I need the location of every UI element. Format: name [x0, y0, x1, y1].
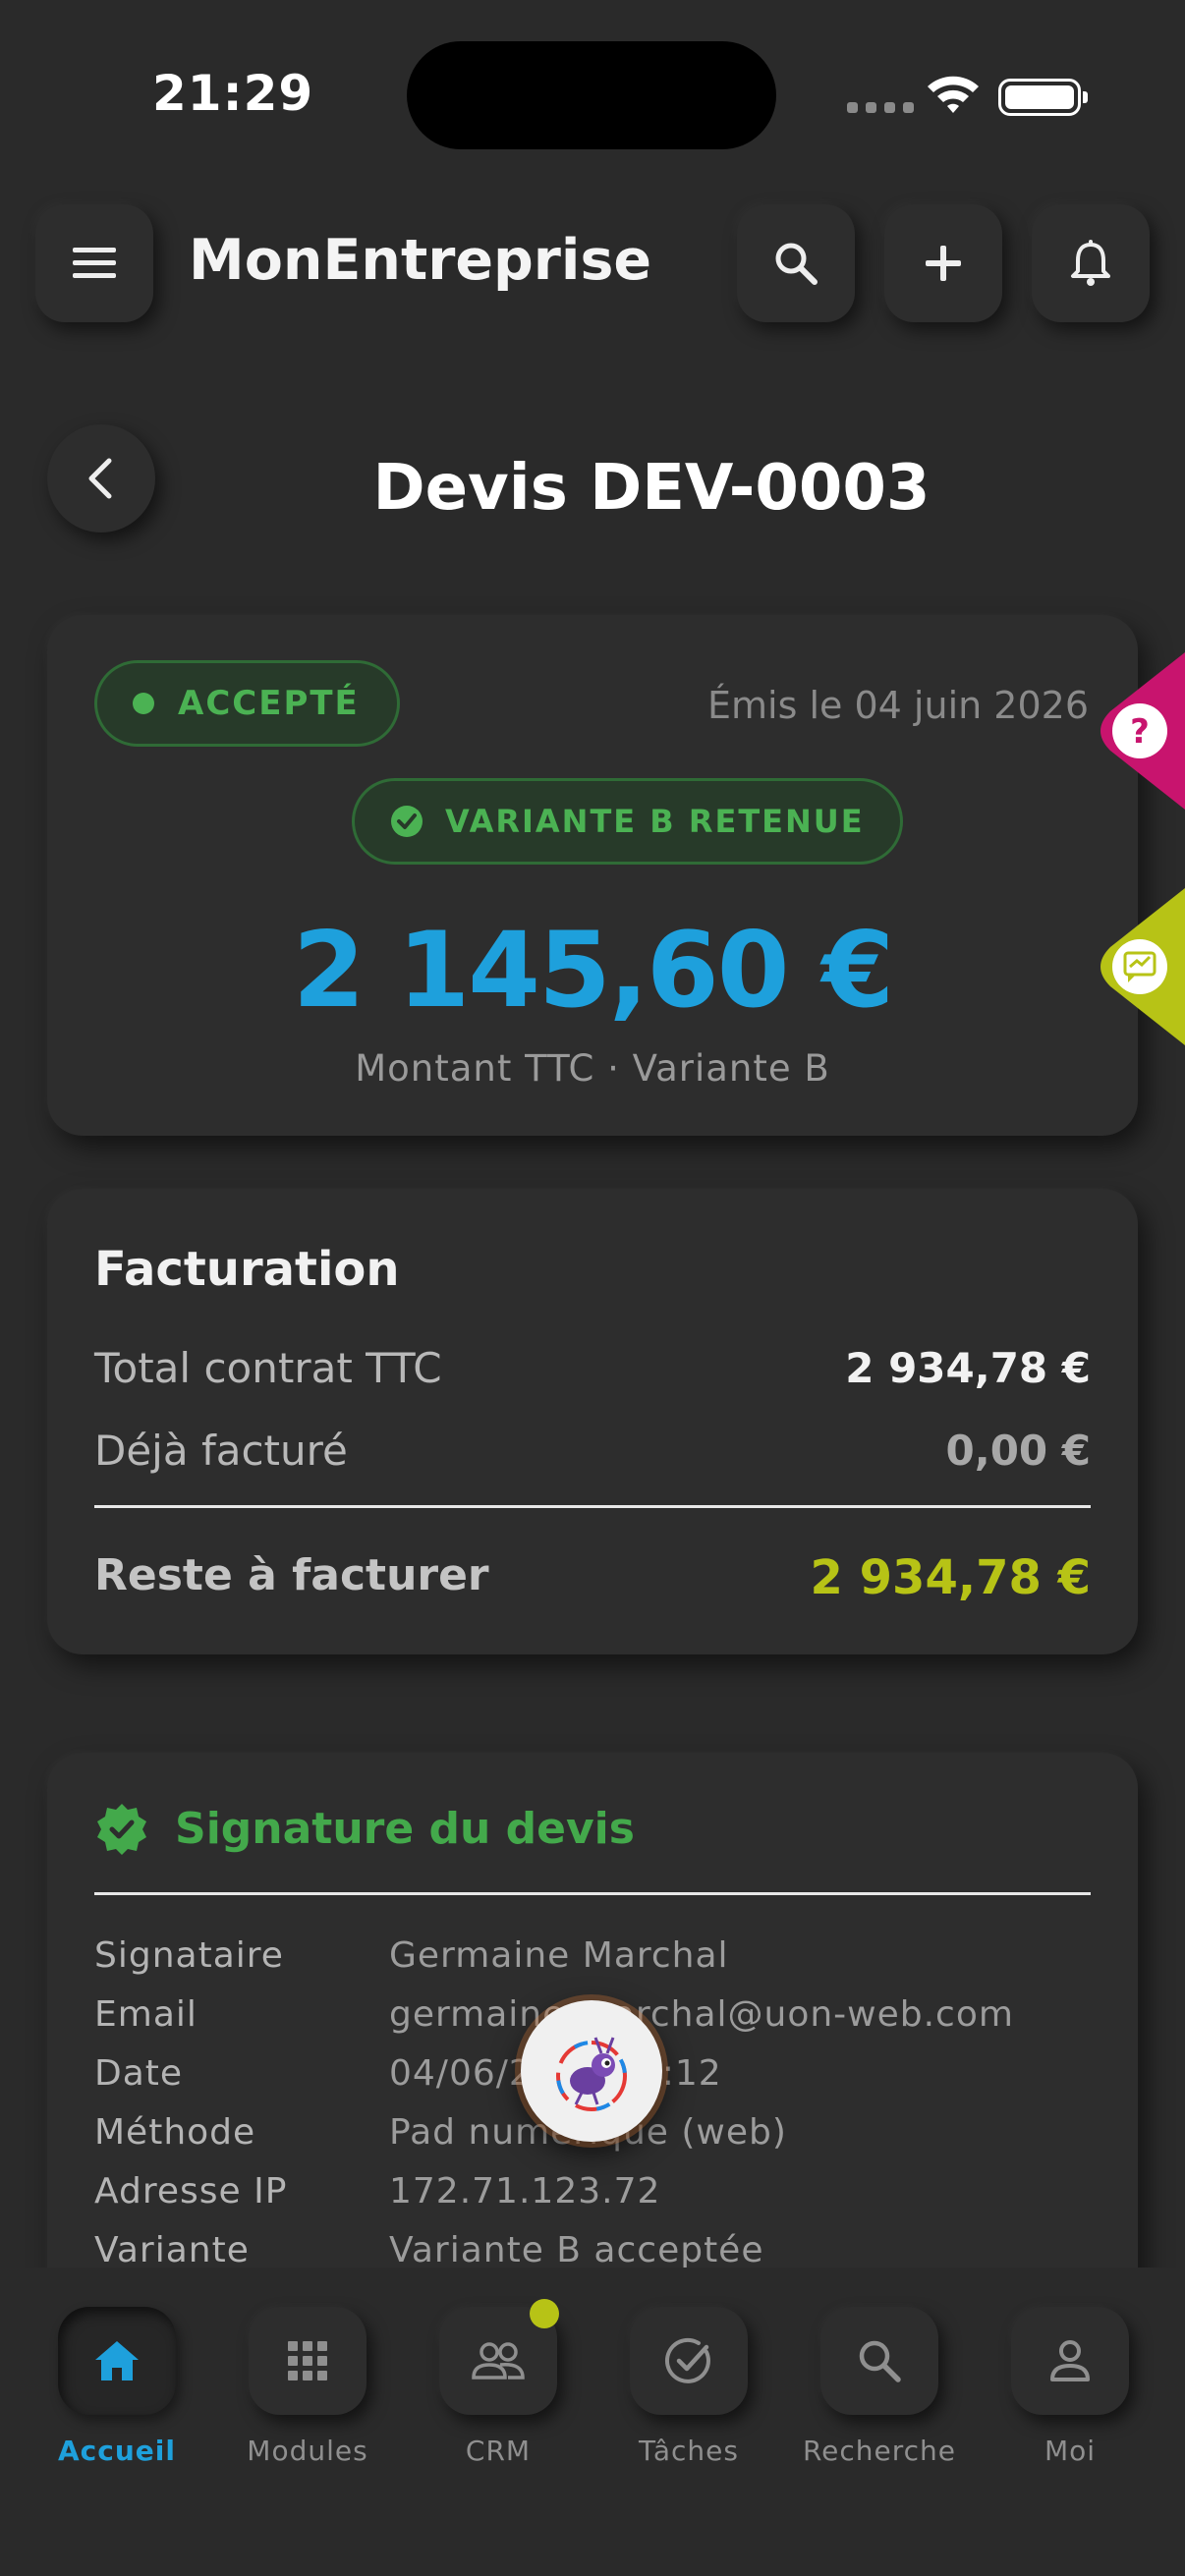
amount-caption: Montant TTC · Variante B [355, 1047, 830, 1090]
hamburger-icon [73, 248, 116, 278]
help-tab[interactable]: ? [1091, 652, 1185, 810]
nav-item-moi[interactable]: Moi [975, 2307, 1165, 2467]
signature-row: Adresse IP 172.71.123.72 [94, 2171, 660, 2212]
nav-button[interactable] [439, 2299, 559, 2415]
remaining-value: 2 934,78 € [810, 1550, 1091, 1605]
billing-row-label: Total contrat TTC [94, 1344, 442, 1392]
remaining-label: Reste à facturer [94, 1550, 489, 1600]
menu-button[interactable] [35, 204, 153, 322]
nav-button[interactable] [1011, 2307, 1129, 2415]
nav-item-modules[interactable]: Modules [212, 2307, 403, 2467]
billing-row-label: Déjà facturé [94, 1427, 348, 1475]
battery-icon [998, 79, 1088, 116]
person-icon [1050, 2340, 1090, 2381]
app-title: MonEntreprise [189, 228, 652, 293]
nav-label: Moi [1044, 2435, 1097, 2467]
signature-key: Date [94, 2053, 184, 2094]
bell-icon [1071, 240, 1110, 286]
feedback-tab[interactable] [1091, 888, 1185, 1045]
nav-label: CRM [465, 2435, 532, 2467]
bottom-nav: Accueil Modules CRM Tâches Recherche Moi [0, 2268, 1185, 2576]
signature-row: Signataire Germaine Marchal [94, 1935, 729, 1976]
nav-button[interactable] [630, 2307, 748, 2415]
grid-icon [288, 2341, 327, 2380]
check-circle-icon [391, 806, 423, 837]
ant-mascot-icon [556, 2037, 627, 2111]
signature-value: Germaine Marchal [389, 1935, 729, 1976]
signature-row: Variante Variante B acceptée [94, 2230, 763, 2270]
home-icon [95, 2341, 139, 2380]
search-icon [775, 243, 818, 285]
divider [94, 1892, 1091, 1895]
status-label: ACCEPTÉ [178, 684, 360, 723]
verified-badge-icon [97, 1804, 146, 1855]
total-amount: 2 145,60 € [292, 910, 894, 1031]
signature-value: Variante B acceptée [389, 2230, 764, 2270]
nav-button[interactable] [58, 2307, 176, 2415]
search-button[interactable] [737, 204, 855, 322]
variant-badge-label: VARIANTE B RETENUE [445, 803, 865, 840]
nav-button[interactable] [249, 2307, 367, 2415]
nav-label: Accueil [58, 2435, 176, 2467]
nav-label: Recherche [802, 2435, 957, 2467]
status-badge: ACCEPTÉ [94, 660, 400, 747]
signature-title: Signature du devis [175, 1804, 635, 1854]
signature-key: Variante [94, 2230, 250, 2270]
cellular-signal-icon [847, 102, 914, 113]
help-icon: ? [1130, 712, 1150, 752]
issued-date: Émis le 04 juin 2026 [707, 684, 1089, 727]
wifi-icon [928, 76, 979, 113]
nav-item-recherche[interactable]: Recherche [784, 2307, 975, 2467]
signature-key: Signataire [94, 1935, 284, 1976]
billing-row-remaining: Reste à facturer 2 934,78 € [94, 1550, 1091, 1605]
signature-value: germaine.marchal@uon-web.com [389, 1994, 1014, 2035]
page-title: Devis DEV-0003 [372, 452, 931, 525]
check-circle-icon [664, 2337, 710, 2383]
signature-key: Méthode [94, 2112, 256, 2153]
add-button[interactable] [884, 204, 1002, 322]
signature-row: Méthode Pad numérique (web) [94, 2112, 787, 2153]
plus-icon [926, 246, 961, 281]
assistant-fab[interactable] [521, 2000, 662, 2142]
billing-row-value: 2 934,78 € [845, 1344, 1091, 1392]
signature-key: Adresse IP [94, 2171, 288, 2212]
notifications-button[interactable] [1032, 204, 1150, 322]
nav-item-accueil[interactable]: Accueil [22, 2307, 212, 2467]
billing-title: Facturation [94, 1242, 400, 1297]
search-icon [859, 2340, 901, 2382]
status-time: 21:29 [152, 65, 314, 122]
nav-label: Modules [247, 2435, 368, 2467]
billing-card: Facturation Total contrat TTC 2 934,78 €… [47, 1189, 1138, 1654]
variant-badge: VARIANTE B RETENUE [352, 778, 903, 865]
divider [94, 1505, 1091, 1508]
status-dot [133, 693, 154, 714]
nav-item-taches[interactable]: Tâches [593, 2307, 784, 2467]
signature-key: Email [94, 1994, 198, 2035]
nav-label: Tâches [639, 2435, 739, 2467]
billing-row-total: Total contrat TTC 2 934,78 € [94, 1344, 1091, 1392]
billing-row-invoiced: Déjà facturé 0,00 € [94, 1427, 1091, 1475]
signature-value: 172.71.123.72 [389, 2171, 661, 2212]
quote-summary-card: ACCEPTÉ Émis le 04 juin 2026 VARIANTE B … [47, 615, 1138, 1136]
billing-row-value: 0,00 € [945, 1427, 1091, 1475]
notification-dot [530, 2299, 559, 2328]
nav-button[interactable] [820, 2307, 938, 2415]
dynamic-island [407, 41, 776, 149]
people-icon [472, 2342, 525, 2380]
nav-item-crm[interactable]: CRM [403, 2299, 593, 2467]
